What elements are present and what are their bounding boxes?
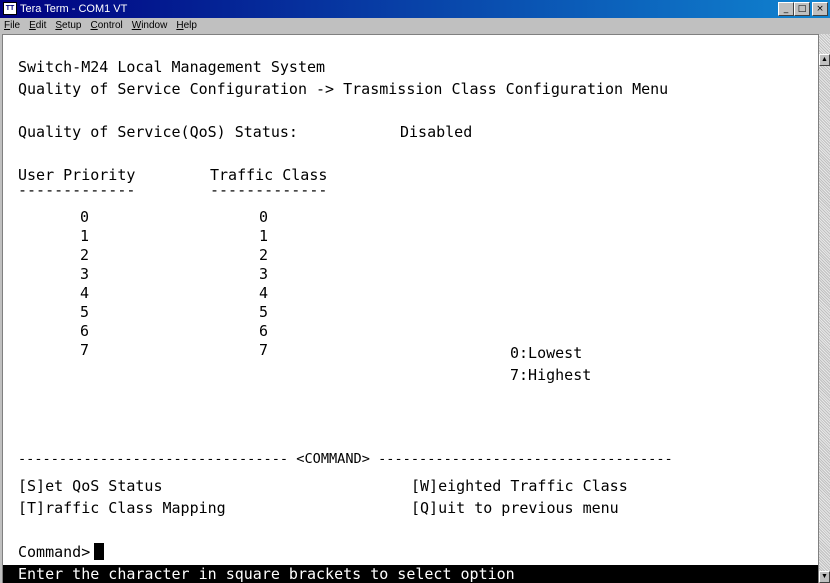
legend-lowest: 0:Lowest <box>510 344 583 362</box>
command-prompt[interactable]: Command> <box>18 542 105 562</box>
priority-cell: 0 <box>80 208 90 226</box>
traffic-class-cell: 4 <box>259 284 269 302</box>
scroll-up-arrow-icon[interactable]: ▲ <box>819 54 830 66</box>
menu-edit[interactable]: Edit <box>29 18 46 34</box>
command-divider: --------------------------------- <COMMA… <box>18 451 673 467</box>
traffic-class-cell: 2 <box>259 246 269 264</box>
menu-help[interactable]: Help <box>176 18 197 34</box>
window-title: Tera Term - COM1 VT <box>20 3 128 15</box>
qos-status-value: Disabled <box>400 123 473 141</box>
menu-path-line: Quality of Service Configuration -> Tras… <box>18 80 669 98</box>
qos-status-label: Quality of Service(QoS) Status: <box>18 123 298 141</box>
menu-bar: File Edit Setup Control Window Help <box>0 18 830 34</box>
priority-cell: 5 <box>80 303 90 321</box>
traffic-class-cell: 1 <box>259 227 269 245</box>
tera-term-app-icon[interactable]: TT <box>3 2 17 15</box>
traffic-class-underline: ------------- <box>210 181 328 199</box>
priority-cell: 2 <box>80 246 90 264</box>
terminal-screen[interactable]: Switch-M24 Local Management System Quali… <box>2 34 818 583</box>
traffic-class-cell: 0 <box>259 208 269 226</box>
traffic-class-cell: 5 <box>259 303 269 321</box>
menu-setup[interactable]: Setup <box>55 18 81 34</box>
menu-file[interactable]: File <box>4 18 20 34</box>
user-priority-underline: ------------- <box>18 181 136 199</box>
traffic-class-cell: 7 <box>259 341 269 359</box>
minimize-button[interactable]: _ <box>778 2 794 16</box>
legend-highest: 7:Highest <box>510 366 592 384</box>
traffic-class-cell: 6 <box>259 322 269 340</box>
quit-to-previous-menu-option[interactable]: [Q]uit to previous menu <box>411 498 619 518</box>
priority-cell: 1 <box>80 227 90 245</box>
menu-window[interactable]: Window <box>132 18 168 34</box>
traffic-class-cell: 3 <box>259 265 269 283</box>
priority-cell: 4 <box>80 284 90 302</box>
status-line: Enter the character in square brackets t… <box>3 565 818 583</box>
title-bar[interactable]: TT Tera Term - COM1 VT _ □ × <box>0 0 830 18</box>
priority-cell: 7 <box>80 341 90 359</box>
prompt-label: Command> <box>18 543 91 561</box>
system-name-line: Switch-M24 Local Management System <box>18 58 326 76</box>
scroll-down-arrow-icon[interactable]: ▼ <box>819 571 830 583</box>
priority-cell: 6 <box>80 322 90 340</box>
maximize-button[interactable]: □ <box>794 2 810 16</box>
close-button[interactable]: × <box>812 2 828 16</box>
priority-cell: 3 <box>80 265 90 283</box>
vertical-scrollbar[interactable]: ▲ ▼ <box>818 34 830 583</box>
weighted-traffic-class-option[interactable]: [W]eighted Traffic Class <box>411 476 628 496</box>
traffic-class-mapping-option[interactable]: [T]raffic Class Mapping <box>18 498 226 518</box>
menu-control[interactable]: Control <box>91 18 123 34</box>
set-qos-status-option[interactable]: [S]et QoS Status <box>18 476 163 496</box>
text-cursor <box>94 543 105 560</box>
window-controls: _ □ × <box>778 2 828 16</box>
